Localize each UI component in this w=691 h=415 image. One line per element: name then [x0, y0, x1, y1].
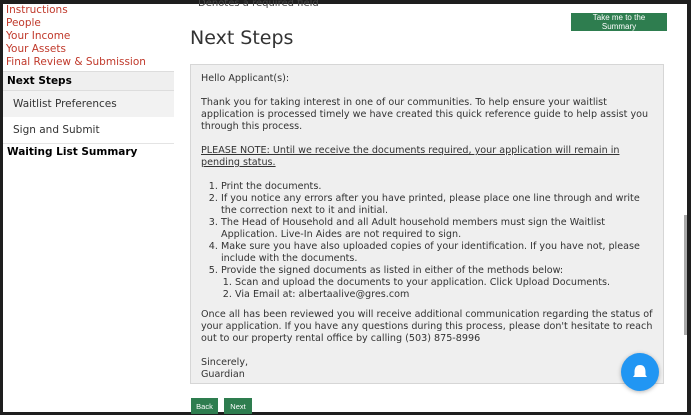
signature-text: Guardian: [201, 369, 245, 380]
pending-note: PLEASE NOTE: Until we receive the docume…: [201, 145, 620, 168]
step-item: Provide the signed documents as listed i…: [221, 265, 653, 301]
back-button[interactable]: Back: [191, 398, 218, 414]
scrollbar-thumb[interactable]: [684, 215, 687, 335]
summary-button[interactable]: Take me to the Summary: [571, 13, 667, 31]
steps-list: Print the documents. If you notice any e…: [201, 181, 653, 301]
closing-text: Once all has been reviewed you will rece…: [201, 309, 653, 344]
step-item: The Head of Household and all Adult hous…: [221, 217, 653, 241]
next-steps-panel: Hello Applicant(s): Thank you for taking…: [190, 64, 664, 384]
step-item-text: Provide the signed documents as listed i…: [221, 265, 564, 276]
window-frame-right: [687, 0, 691, 415]
step-item: If you notice any errors after you have …: [221, 193, 653, 217]
sidebar-link-people[interactable]: People: [3, 17, 174, 30]
sidebar-item-sign-and-submit[interactable]: Sign and Submit: [3, 117, 174, 143]
required-field-note: Denotes a required field: [198, 0, 319, 9]
step-item: Make sure you have also uploaded copies …: [221, 241, 653, 265]
notification-fab[interactable]: [621, 353, 659, 391]
method-item: Via Email at: albertaalive@gres.com: [235, 289, 653, 301]
sidebar: Instructions People Your Income Your Ass…: [3, 4, 174, 160]
sidebar-item-waitlist-preferences[interactable]: Waitlist Preferences: [3, 91, 174, 117]
sidebar-link-your-income[interactable]: Your Income: [3, 30, 174, 43]
sidebar-item-waiting-list-summary[interactable]: Waiting List Summary: [3, 143, 174, 160]
signoff-text: Sincerely,: [201, 357, 249, 368]
methods-list: Scan and upload the documents to your ap…: [221, 277, 653, 301]
sidebar-section-next-steps[interactable]: Next Steps: [3, 71, 174, 91]
page-title: Next Steps: [190, 27, 294, 49]
method-item: Scan and upload the documents to your ap…: [235, 277, 653, 289]
sidebar-link-final-review[interactable]: Final Review & Submission: [3, 56, 174, 69]
greeting-text: Hello Applicant(s):: [201, 73, 290, 84]
bell-icon: [633, 365, 647, 377]
next-button[interactable]: Next: [224, 398, 252, 414]
sidebar-link-your-assets[interactable]: Your Assets: [3, 43, 174, 56]
intro-text: Thank you for taking interest in one of …: [201, 97, 649, 132]
sidebar-link-instructions[interactable]: Instructions: [3, 4, 174, 17]
step-item: Print the documents.: [221, 181, 653, 193]
